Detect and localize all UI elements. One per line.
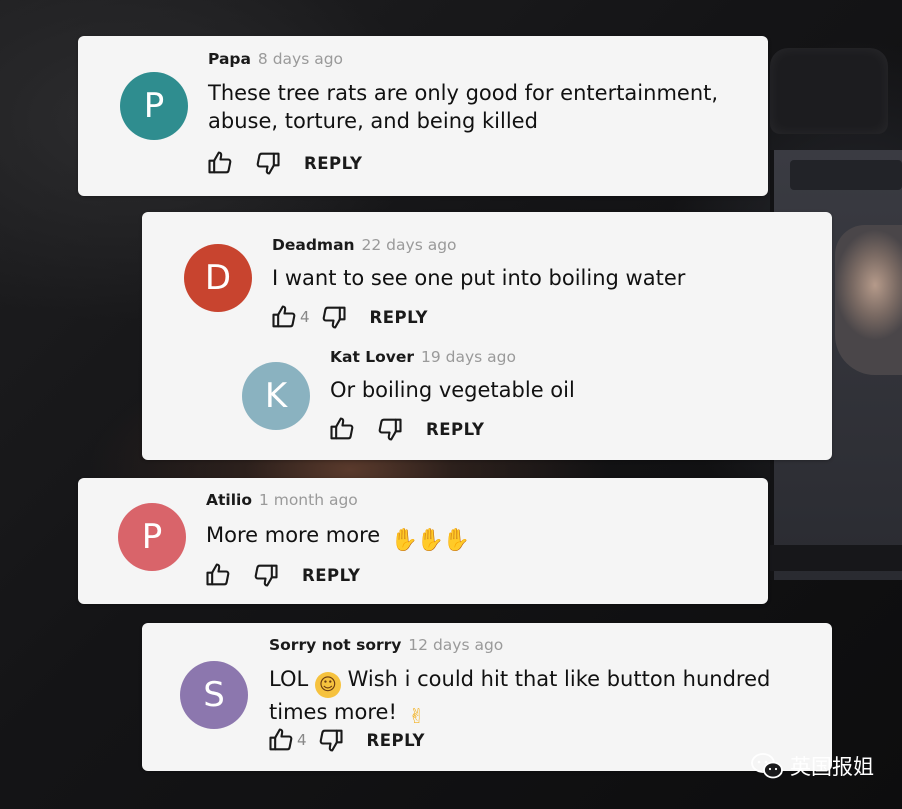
tears-of-joy-emoji: ☺ xyxy=(314,672,341,698)
like-button[interactable] xyxy=(267,726,295,754)
comment-author[interactable]: Sorry not sorry xyxy=(269,636,401,654)
like-count: 4 xyxy=(300,308,310,326)
like-button[interactable] xyxy=(204,561,232,589)
background-taskbar xyxy=(770,545,902,571)
clapping-hands-emoji: ✋ xyxy=(442,528,471,553)
comment-text: I want to see one put into boiling water xyxy=(272,266,686,290)
like-button[interactable] xyxy=(328,415,356,443)
reply-comment-kat-lover: K Kat Lover 19 days ago Or boiling veget… xyxy=(142,342,832,452)
avatar[interactable]: P xyxy=(118,503,186,571)
watermark: 英国报姐 xyxy=(750,751,874,781)
comment-actions: REPLY xyxy=(328,414,484,444)
thumbs-down-icon xyxy=(256,152,280,175)
thumbs-up-icon xyxy=(206,563,230,586)
comment-text: Or boiling vegetable oil xyxy=(330,378,575,402)
thumbs-down-icon xyxy=(254,564,278,587)
comment-meta: Atilio 1 month ago xyxy=(206,491,358,509)
thumbs-up-icon xyxy=(208,151,232,174)
comment-actions: 4 REPLY xyxy=(267,725,425,755)
comment-meta: Sorry not sorry 12 days ago xyxy=(269,636,503,654)
comment-author[interactable]: Atilio xyxy=(206,491,252,509)
comment-meta: Kat Lover 19 days ago xyxy=(330,348,516,366)
comment-text-body: More more more xyxy=(206,523,381,547)
reply-button[interactable]: REPLY xyxy=(304,154,362,173)
reply-button[interactable]: REPLY xyxy=(367,731,425,750)
comment-actions: REPLY xyxy=(206,148,362,178)
comment-text-part-1: LOL xyxy=(269,667,309,691)
comment-text: More more more ✋✋✋ xyxy=(206,521,746,554)
avatar[interactable]: K xyxy=(242,362,310,430)
comment-timestamp[interactable]: 19 days ago xyxy=(421,348,516,366)
reply-button[interactable]: REPLY xyxy=(370,308,428,327)
avatar[interactable]: S xyxy=(180,661,248,729)
comment-timestamp[interactable]: 1 month ago xyxy=(259,491,358,509)
comment-author[interactable]: Deadman xyxy=(272,236,355,254)
comment-timestamp[interactable]: 8 days ago xyxy=(258,50,343,68)
comment-text: These tree rats are only good for entert… xyxy=(208,81,719,133)
comment-text-part-2: Wish i could hit that like button hundre… xyxy=(269,667,771,724)
comment-card-sorry-not-sorry: S Sorry not sorry 12 days ago LOL ☺ Wish… xyxy=(142,623,832,771)
reply-button[interactable]: REPLY xyxy=(302,566,360,585)
comment-author[interactable]: Papa xyxy=(208,50,251,68)
thumbs-up-icon xyxy=(272,305,296,328)
like-count: 4 xyxy=(297,731,307,749)
dislike-button[interactable] xyxy=(252,561,280,589)
dislike-button[interactable] xyxy=(317,726,345,754)
thumbs-up-icon xyxy=(269,728,293,751)
dislike-button[interactable] xyxy=(254,149,282,177)
comment-card-papa: P Papa 8 days ago These tree rats are on… xyxy=(78,36,768,196)
like-button[interactable] xyxy=(206,149,234,177)
comment-actions: REPLY xyxy=(204,560,360,590)
comment-timestamp[interactable]: 12 days ago xyxy=(408,636,503,654)
comment-author[interactable]: Kat Lover xyxy=(330,348,414,366)
comment-timestamp[interactable]: 22 days ago xyxy=(362,236,457,254)
comment-card-atilio: P Atilio 1 month ago More more more ✋✋✋ … xyxy=(78,478,768,604)
comment-meta: Papa 8 days ago xyxy=(208,50,343,68)
clapping-hands-emoji-group: ✋✋✋ xyxy=(390,521,471,554)
background-monitor-toolbar xyxy=(790,160,902,190)
dislike-button[interactable] xyxy=(376,415,404,443)
dislike-button[interactable] xyxy=(320,303,348,331)
reply-button[interactable]: REPLY xyxy=(426,420,484,439)
background-monkey-photo xyxy=(835,225,902,375)
comment-card-deadman: D Deadman 22 days ago I want to see one … xyxy=(142,212,832,460)
avatar[interactable]: D xyxy=(184,244,252,312)
comment-meta: Deadman 22 days ago xyxy=(272,236,457,254)
background-webcam xyxy=(770,48,888,134)
clapping-hands-emoji: ✋ xyxy=(416,528,445,553)
thumbs-down-icon xyxy=(378,418,402,441)
clapping-hands-emoji: ✋ xyxy=(390,528,419,553)
thumbs-down-icon xyxy=(319,729,343,752)
comment-actions: 4 REPLY xyxy=(270,302,428,332)
wechat-icon xyxy=(751,753,783,779)
comment-text: LOL ☺ Wish i could hit that like button … xyxy=(269,665,809,729)
watermark-text: 英国报姐 xyxy=(790,755,874,779)
thumbs-up-icon xyxy=(330,417,354,440)
like-button[interactable] xyxy=(270,303,298,331)
avatar[interactable]: P xyxy=(120,72,188,140)
thumbs-down-icon xyxy=(322,306,346,329)
